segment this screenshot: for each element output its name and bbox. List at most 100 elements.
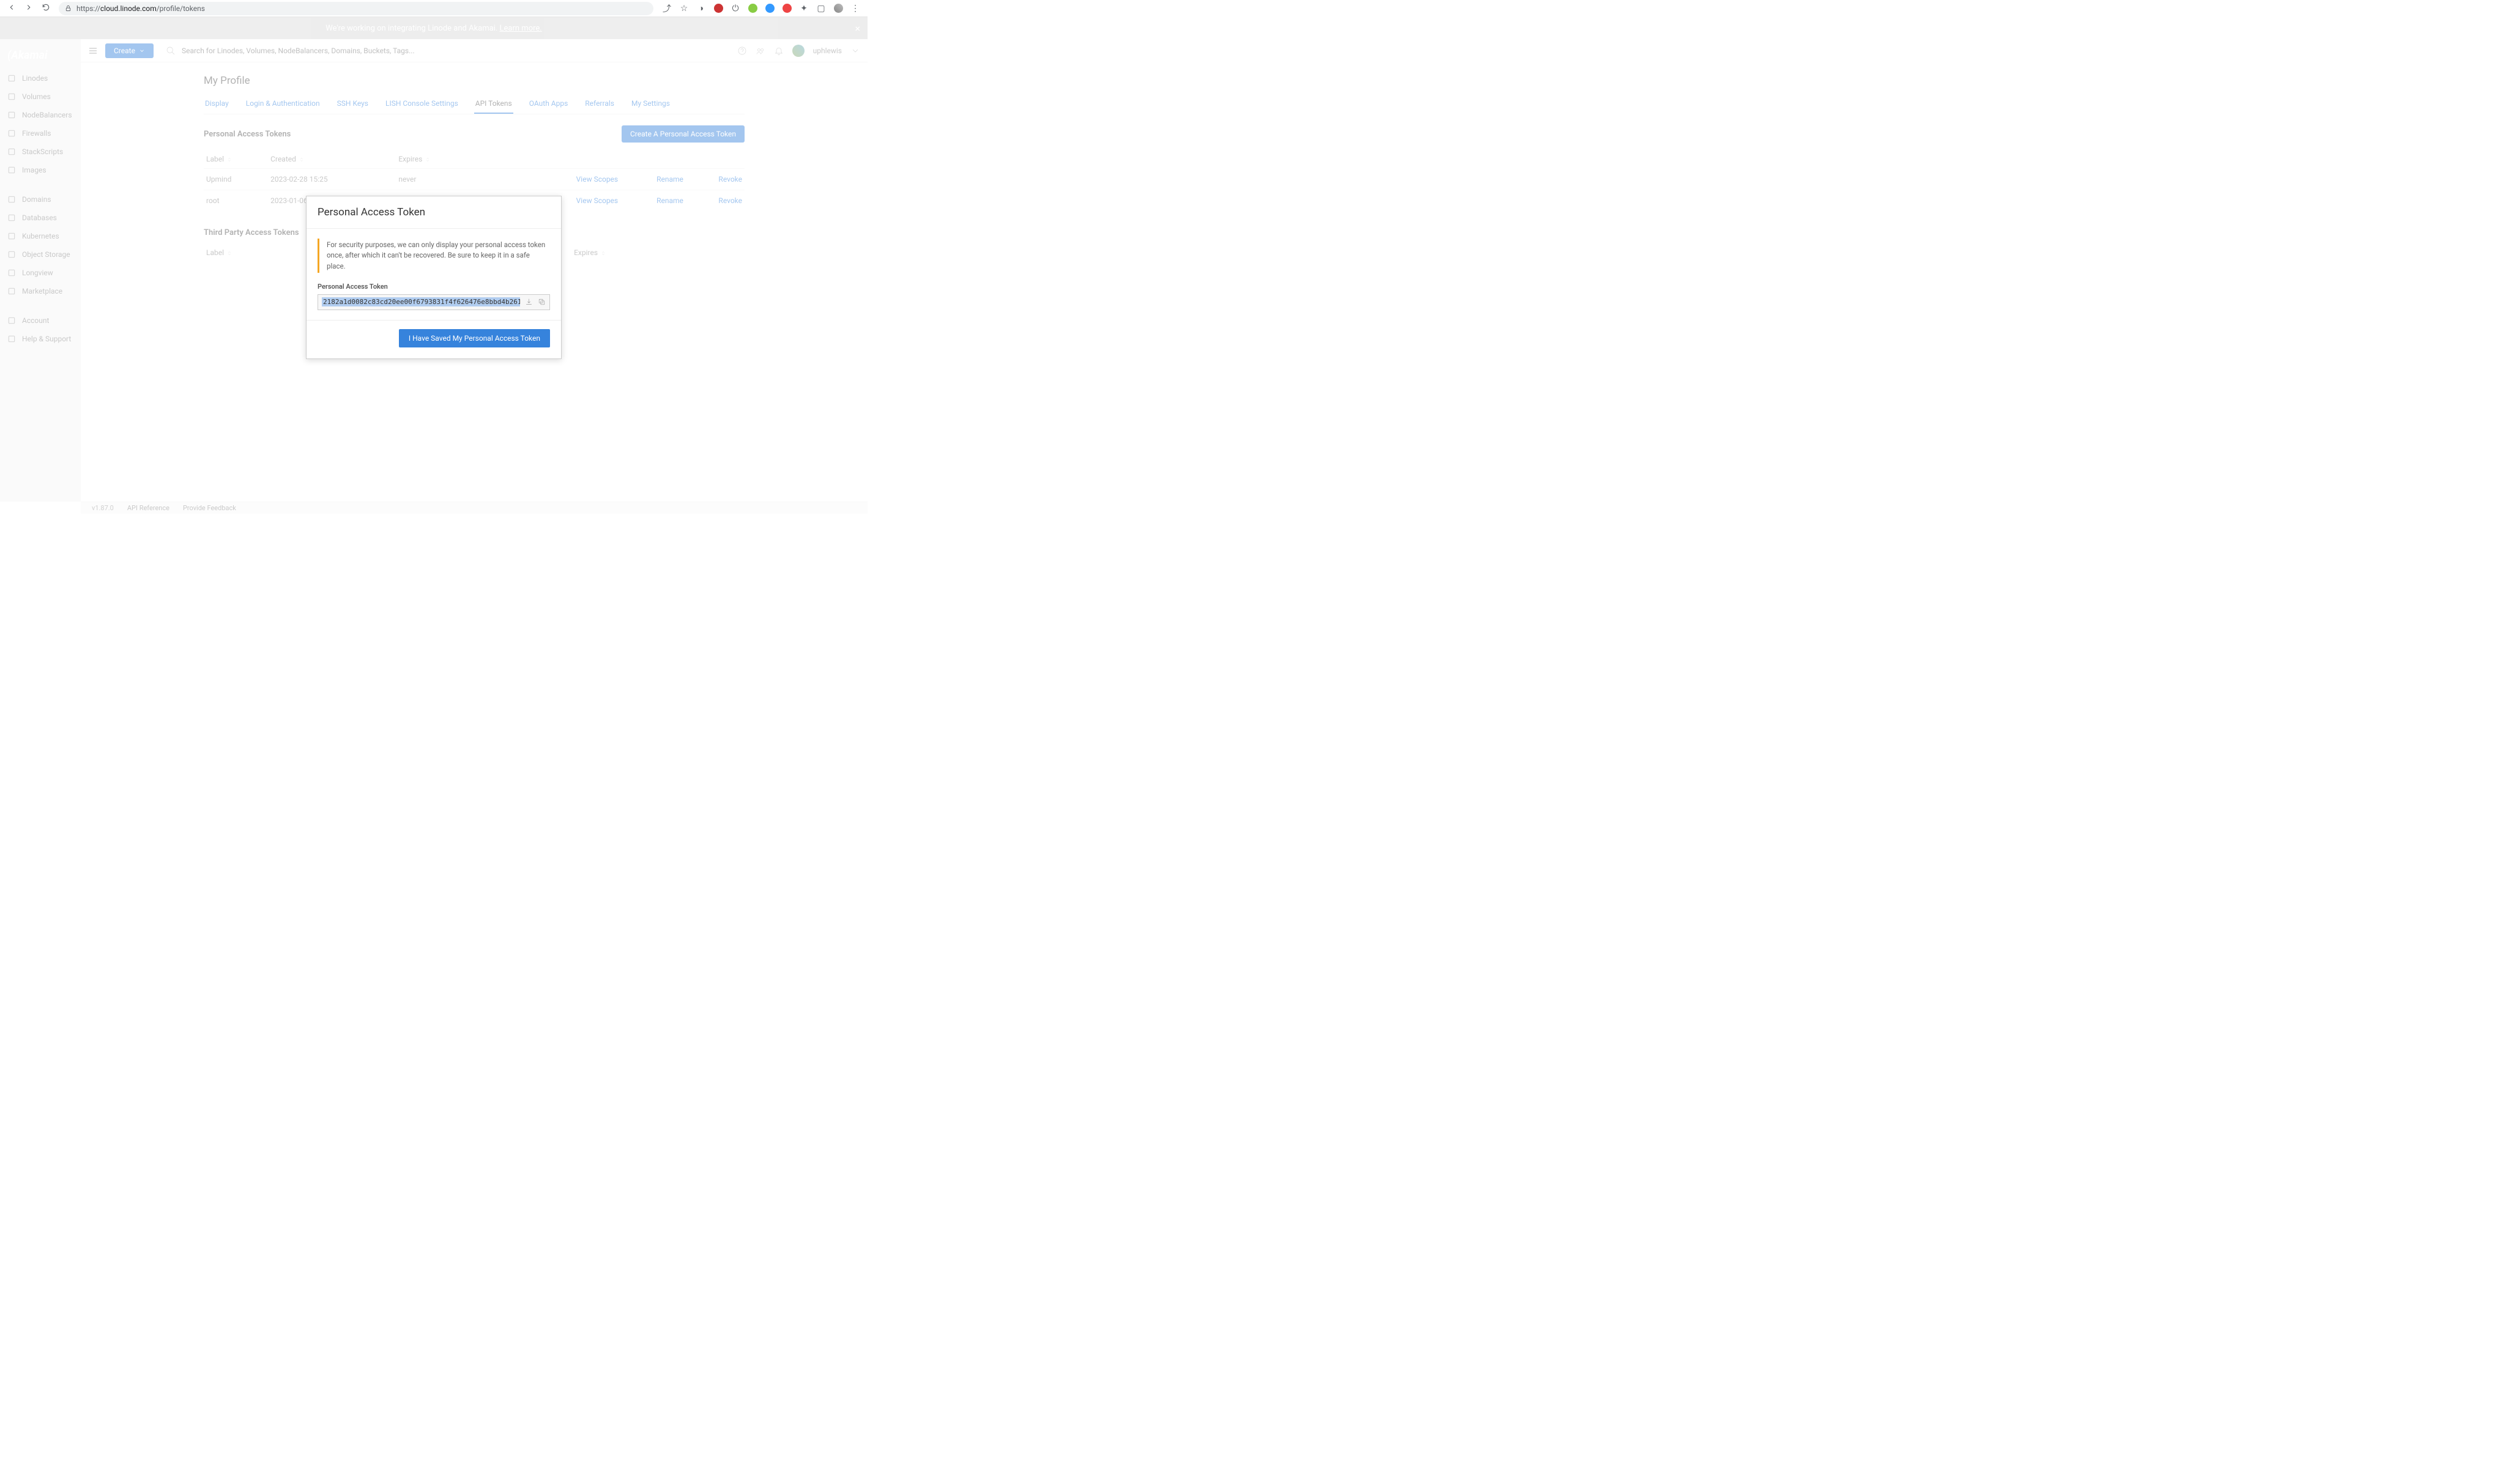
shop-icon [7,287,16,295]
extension-icon[interactable] [713,4,723,13]
sidebar-item-label: Account [22,316,49,325]
user-icon [7,316,16,325]
tab-ssh-keys[interactable]: SSH Keys [336,94,370,114]
download-icon[interactable] [525,298,533,306]
extension-icon[interactable] [748,4,757,13]
url-text: https://cloud.linode.com/profile/tokens [76,4,205,13]
reload-button[interactable] [42,3,50,13]
footer: v1.87.0 API Reference Provide Feedback [81,502,868,514]
token-value[interactable]: 2182a1d0082c83cd20ee00f6793831f4f626476e… [322,297,520,306]
create-token-button[interactable]: Create A Personal Access Token [622,125,745,143]
profile-tabs: Display Login & Authentication SSH Keys LIS… [204,94,745,114]
help-icon [7,335,16,343]
create-button[interactable]: Create [105,43,154,58]
banner-text: We're working on integrating Linode and … [325,24,499,33]
db-icon [7,213,16,222]
sidebar-item-label: Linodes [22,74,48,83]
integration-banner: We're working on integrating Linode and … [0,17,868,39]
sidebar-item-databases[interactable]: Databases [0,209,81,227]
menu-icon[interactable] [88,46,98,56]
extension-icon[interactable]: ◑ [696,4,706,13]
help-icon[interactable] [737,46,747,56]
brand-logo[interactable]: (Akamai [0,44,81,69]
col-expires[interactable]: Expires [571,243,745,262]
close-icon[interactable]: × [855,23,860,34]
tab-api-tokens[interactable]: API Tokens [474,94,513,114]
banner-link[interactable]: Learn more. [500,24,542,33]
feedback-link[interactable]: Provide Feedback [183,504,236,512]
globe-icon [7,195,16,204]
share-icon[interactable]: ⤴ [662,4,672,13]
sidebar-item-domains[interactable]: Domains [0,190,81,209]
bell-icon[interactable] [774,46,784,56]
tab-lish-console-settings[interactable]: LISH Console Settings [384,94,459,114]
sidebar-item-nodebalancers[interactable]: NodeBalancers [0,106,81,124]
view-scopes-link[interactable]: View Scopes [524,169,620,190]
token-field-label: Personal Access Token [318,283,550,291]
sidebar-item-volumes[interactable]: Volumes [0,87,81,106]
modal-title: Personal Access Token [307,196,561,229]
search-input[interactable] [182,46,730,55]
community-icon[interactable] [756,46,765,56]
sidebar-item-label: Marketplace [22,287,62,295]
token-box: 2182a1d0082c83cd20ee00f6793831f4f626476e… [318,294,550,310]
sidebar-item-label: Help & Support [22,335,71,343]
search-icon [166,46,176,56]
sidebar-item-label: Volumes [22,92,51,101]
avatar[interactable] [792,45,805,57]
forward-button[interactable] [24,3,33,13]
layers-icon [7,92,16,101]
col-created[interactable]: Created [268,150,396,169]
sidebar-item-stackscripts[interactable]: StackScripts [0,143,81,161]
sidebar-item-help-&-support[interactable]: Help & Support [0,330,81,348]
browser-chrome: https://cloud.linode.com/profile/tokens … [0,0,868,17]
extension-icon[interactable] [782,4,792,13]
profile-avatar[interactable] [833,4,843,13]
sidebar-item-account[interactable]: Account [0,311,81,330]
menu-icon[interactable]: ⋮ [850,4,860,13]
sidebar-item-kubernetes[interactable]: Kubernetes [0,227,81,245]
tab-login-authentication[interactable]: Login & Authentication [245,94,321,114]
sidebar-item-images[interactable]: Images [0,161,81,179]
panel-icon[interactable]: ▢ [816,4,826,13]
sidebar-item-label: NodeBalancers [22,111,72,119]
revoke-link[interactable]: Revoke [686,190,745,212]
sidebar-item-longview[interactable]: Longview [0,264,81,282]
topbar: Create uphlewis [81,39,868,62]
sidebar-item-label: Firewalls [22,129,51,138]
confirm-saved-button[interactable]: I Have Saved My Personal Access Token [399,329,550,347]
cell-expires: never [396,169,524,190]
col-expires[interactable]: Expires [396,150,524,169]
username[interactable]: uphlewis [813,46,842,55]
revoke-link[interactable]: Revoke [686,169,745,190]
sidebar-item-label: Longview [22,269,53,277]
tab-my-settings[interactable]: My Settings [630,94,671,114]
pat-section-title: Personal Access Tokens [204,130,291,139]
extensions-icon[interactable]: ✦ [799,4,809,13]
api-reference-link[interactable]: API Reference [127,504,169,512]
sidebar-item-label: StackScripts [22,147,63,156]
version: v1.87.0 [92,504,114,512]
rename-link[interactable]: Rename [620,190,686,212]
security-notice: For security purposes, we can only displ… [318,239,550,273]
back-button[interactable] [7,3,16,13]
pulse-icon [7,269,16,277]
cell-label: root [204,190,268,212]
sidebar-item-label: Images [22,166,46,174]
stack-icon [7,147,16,156]
extension-icon[interactable]: ⏻ [731,4,740,13]
tab-referrals[interactable]: Referrals [584,94,615,114]
sidebar-item-firewalls[interactable]: Firewalls [0,124,81,143]
sidebar-item-linodes[interactable]: Linodes [0,69,81,87]
tab-display[interactable]: Display [204,94,230,114]
address-bar[interactable]: https://cloud.linode.com/profile/tokens [59,2,653,15]
col-label[interactable]: Label [204,150,268,169]
sidebar-item-object-storage[interactable]: Object Storage [0,245,81,264]
extension-icon[interactable] [765,4,775,13]
rename-link[interactable]: Rename [620,169,686,190]
tab-oauth-apps[interactable]: OAuth Apps [528,94,570,114]
bookmark-icon[interactable]: ☆ [679,4,689,13]
sidebar-item-marketplace[interactable]: Marketplace [0,282,81,300]
copy-icon[interactable] [538,298,546,306]
image-icon [7,166,16,174]
